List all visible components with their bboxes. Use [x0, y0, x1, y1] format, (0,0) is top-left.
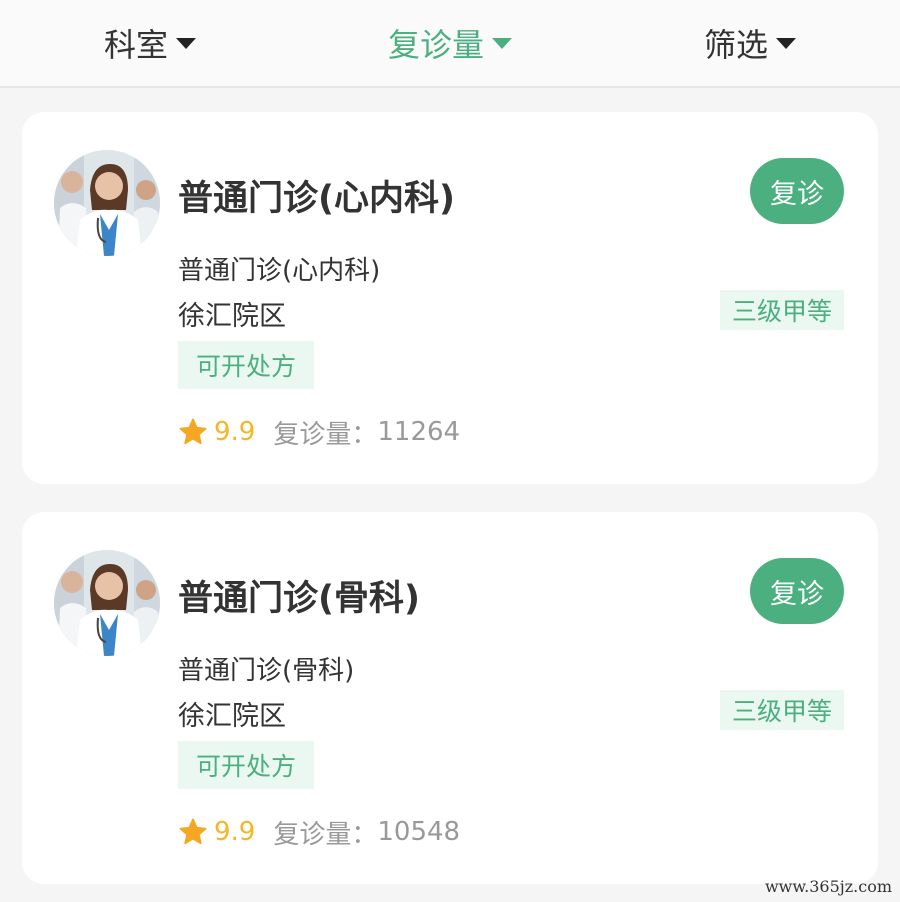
clinic-card[interactable]: 普通门诊(骨科) 复诊 普通门诊(骨科) 徐汇院区 三级甲等 可开处方 9.9 …	[22, 512, 878, 884]
clinic-subtitle: 普通门诊(骨科)	[178, 656, 355, 686]
caret-down-icon	[176, 37, 196, 49]
follow-up-button[interactable]: 复诊	[750, 558, 844, 624]
filter-screen-label: 筛选	[703, 26, 768, 64]
filter-followup-count-label: 复诊量	[387, 26, 484, 64]
hospital-grade-badge: 三级甲等	[720, 290, 844, 330]
follow-up-button[interactable]: 复诊	[750, 158, 844, 224]
watermark: www.365jz.com	[764, 877, 892, 896]
doctor-avatar	[54, 150, 160, 256]
clinic-card[interactable]: 普通门诊(心内科) 复诊 普通门诊(心内科) 徐汇院区 三级甲等 可开处方 9.…	[22, 112, 878, 484]
star-icon	[179, 818, 207, 845]
rating-row: 9.9 复诊量： 10548	[178, 812, 460, 852]
rating-value: 9.9	[214, 417, 256, 447]
hospital-grade-badge: 三级甲等	[720, 690, 844, 730]
star-icon	[179, 418, 207, 445]
clinic-subtitle: 普通门诊(心内科)	[178, 256, 381, 286]
followup-count-value: 11264	[377, 417, 461, 447]
followup-count-label: 复诊量：	[273, 419, 378, 450]
campus-name: 徐汇院区	[178, 301, 286, 332]
filter-department-label: 科室	[103, 26, 168, 64]
campus-name: 徐汇院区	[178, 701, 286, 732]
rating-row: 9.9 复诊量： 11264	[178, 412, 460, 452]
followup-count-value: 10548	[377, 817, 461, 847]
rating-value: 9.9	[214, 817, 256, 847]
clinic-title: 普通门诊(骨科)	[178, 579, 420, 619]
doctor-avatar	[54, 550, 160, 656]
prescription-tag: 可开处方	[178, 341, 314, 389]
filter-department[interactable]: 科室	[50, 0, 250, 86]
prescription-tag: 可开处方	[178, 741, 314, 789]
caret-down-icon	[492, 37, 512, 49]
followup-count-label: 复诊量：	[273, 819, 378, 850]
filter-screen[interactable]: 筛选	[650, 0, 850, 86]
caret-down-icon	[776, 37, 796, 49]
filter-followup-count[interactable]: 复诊量	[350, 0, 550, 86]
clinic-title: 普通门诊(心内科)	[178, 179, 455, 219]
filter-bar: 科室 复诊量 筛选	[0, 0, 900, 88]
